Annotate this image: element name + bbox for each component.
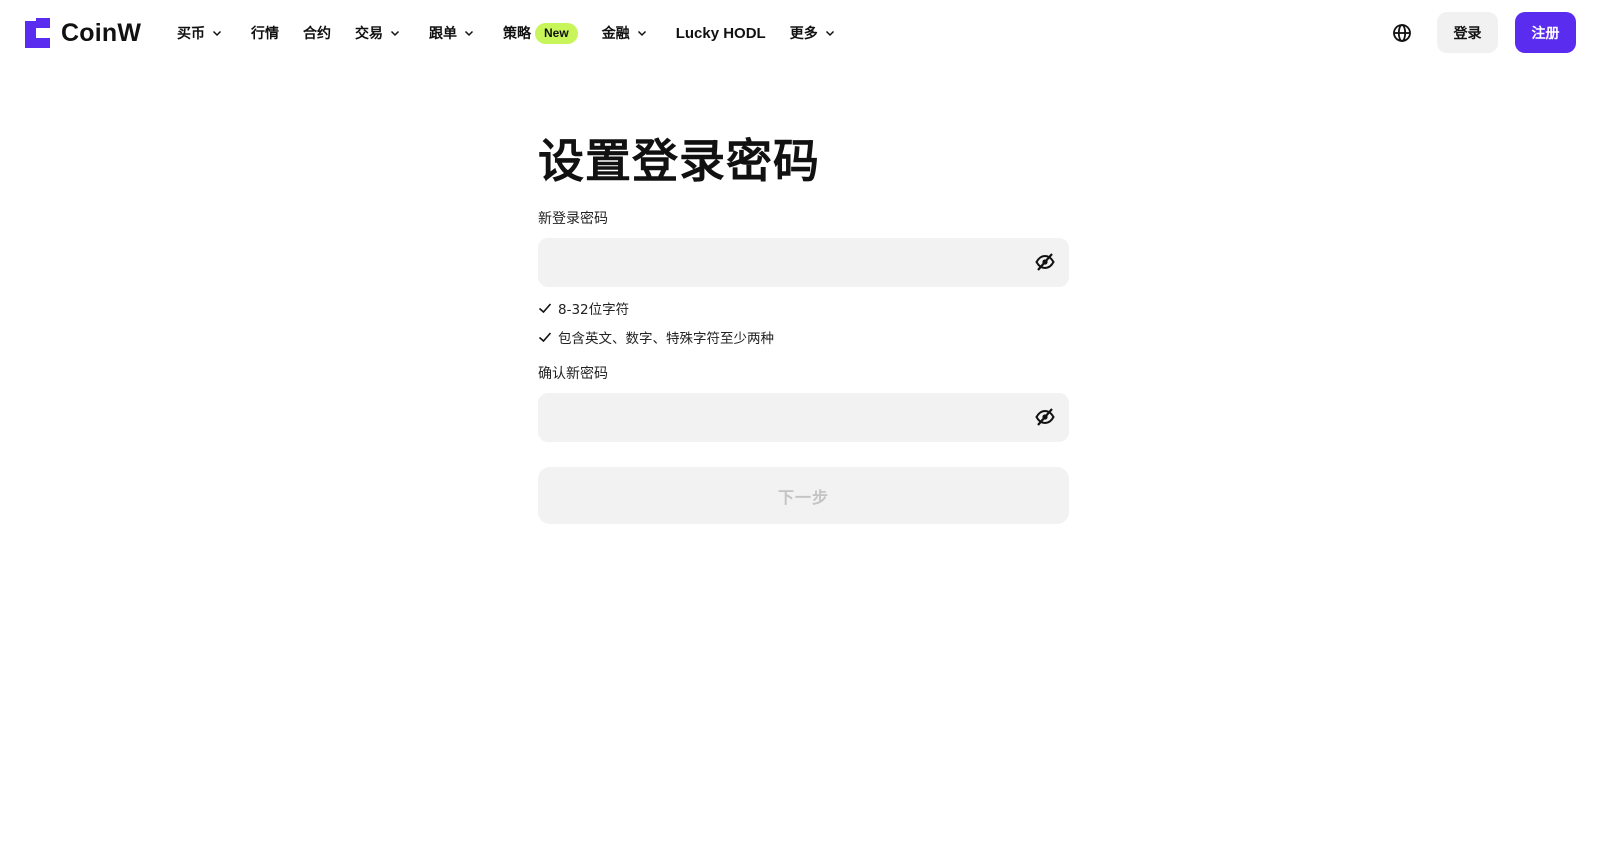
nav-item-futures[interactable]: 合约 xyxy=(303,20,331,46)
password-rule: 包含英文、数字、特殊字符至少两种 xyxy=(538,327,1069,347)
chevron-down-icon xyxy=(212,30,222,37)
eye-off-icon[interactable] xyxy=(1034,406,1056,428)
main-nav: 买币 行情 合约 交易 跟单 策略 New 金融 Lucky HODL 更多 xyxy=(177,20,836,46)
nav-item-label: 行情 xyxy=(251,26,279,42)
password-rule-text: 包含英文、数字、特殊字符至少两种 xyxy=(558,331,774,347)
nav-item-label: 跟单 xyxy=(429,26,457,42)
nav-item-label: 合约 xyxy=(303,26,331,42)
nav-item-strategy[interactable]: 策略 New xyxy=(503,20,578,46)
chevron-down-icon xyxy=(390,30,400,37)
chevron-down-icon xyxy=(464,30,474,37)
password-rules: 8-32位字符 包含英文、数字、特殊字符至少两种 xyxy=(538,298,1069,347)
new-password-input[interactable] xyxy=(538,238,1069,287)
register-button[interactable]: 注册 xyxy=(1515,12,1576,53)
new-password-field-wrap xyxy=(538,238,1069,287)
nav-item-label: 策略 xyxy=(503,26,531,42)
nav-item-more[interactable]: 更多 xyxy=(790,20,836,46)
coinw-logo[interactable]: CoinW xyxy=(25,18,141,48)
next-step-button[interactable]: 下一步 xyxy=(538,467,1069,524)
password-rule: 8-32位字符 xyxy=(538,298,1069,318)
nav-item-finance[interactable]: 金融 xyxy=(602,20,648,46)
header-actions: 登录 注册 xyxy=(1392,12,1576,53)
top-nav-bar: CoinW 买币 行情 合约 交易 跟单 策略 New 金融 Lucky HOD… xyxy=(0,0,1600,66)
chevron-down-icon xyxy=(637,30,646,37)
nav-item-label: Lucky HODL xyxy=(675,24,766,42)
login-button[interactable]: 登录 xyxy=(1437,12,1498,53)
set-password-form: 设置登录密码 新登录密码 8-32位字符 包含英文、数字、特殊字符至少两种 确认… xyxy=(538,128,1069,524)
password-rule-text: 8-32位字符 xyxy=(558,302,630,318)
nav-item-label: 金融 xyxy=(601,26,630,42)
page-title: 设置登录密码 xyxy=(538,134,820,188)
nav-item-lucky-hodl[interactable]: Lucky HODL xyxy=(676,20,766,46)
check-icon xyxy=(538,332,552,343)
nav-item-markets[interactable]: 行情 xyxy=(251,20,279,46)
check-icon xyxy=(538,303,552,314)
nav-item-copy-trading[interactable]: 跟单 xyxy=(429,20,475,46)
nav-item-label: 更多 xyxy=(789,26,818,42)
confirm-password-input[interactable] xyxy=(538,393,1069,442)
confirm-password-label: 确认新密码 xyxy=(538,366,608,382)
nav-item-label: 交易 xyxy=(355,26,383,42)
new-badge: New xyxy=(535,22,578,44)
nav-item-label: 买币 xyxy=(177,26,205,42)
brand-name: CoinW xyxy=(61,18,142,47)
coinw-logo-icon xyxy=(25,18,50,48)
globe-icon[interactable] xyxy=(1392,23,1412,43)
eye-off-icon[interactable] xyxy=(1034,251,1056,273)
confirm-password-field-wrap xyxy=(538,393,1069,442)
new-password-label: 新登录密码 xyxy=(538,211,608,227)
nav-item-trade[interactable]: 交易 xyxy=(355,20,401,46)
nav-item-buy-crypto[interactable]: 买币 xyxy=(177,20,223,46)
chevron-down-icon xyxy=(825,30,834,37)
